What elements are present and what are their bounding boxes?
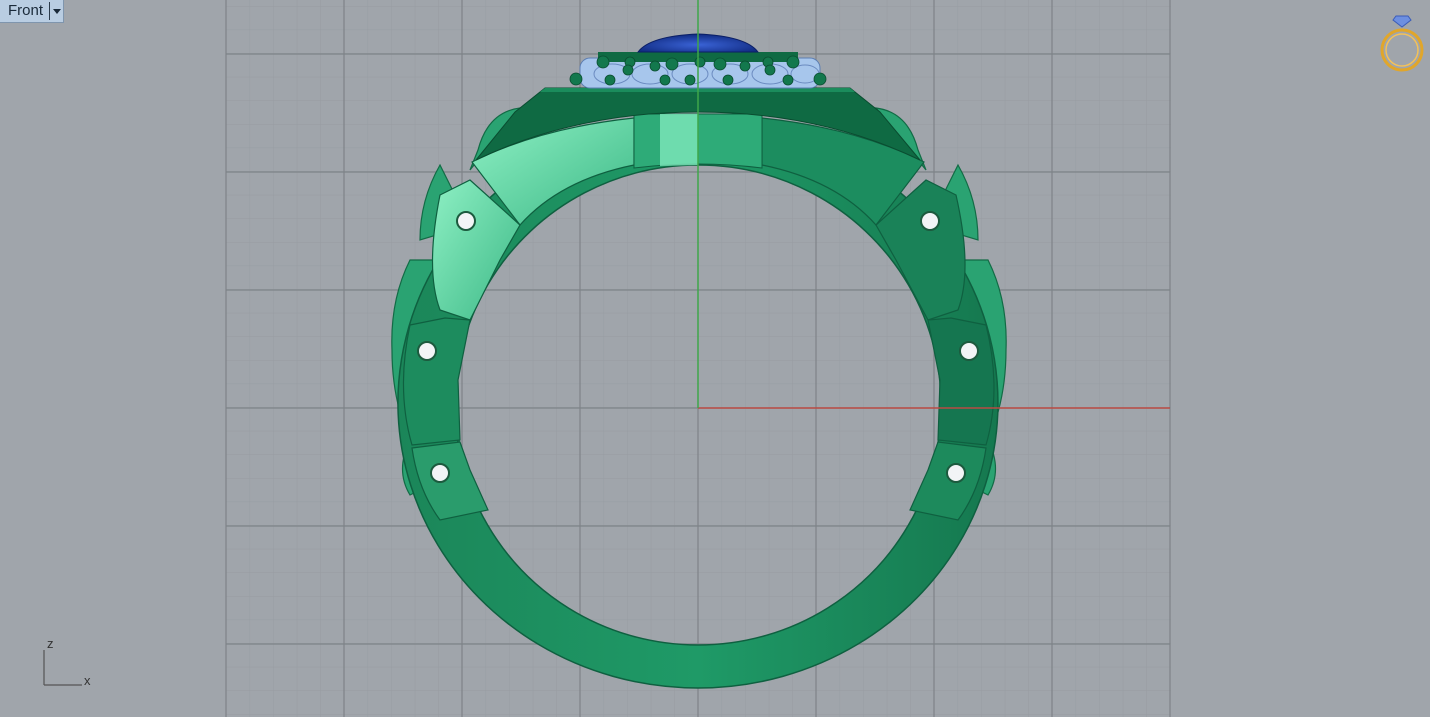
axis-indicator [43,650,82,686]
viewport-canvas[interactable] [0,0,1430,717]
ring-icon[interactable] [1376,10,1428,76]
front-viewport[interactable]: z x [0,0,1430,717]
viewport-name[interactable]: Front [0,0,49,22]
chevron-down-icon[interactable] [49,2,63,20]
viewport-title-tab[interactable]: Front [0,0,65,23]
x-axis-label: x [84,673,91,688]
z-axis-label: z [47,636,54,651]
